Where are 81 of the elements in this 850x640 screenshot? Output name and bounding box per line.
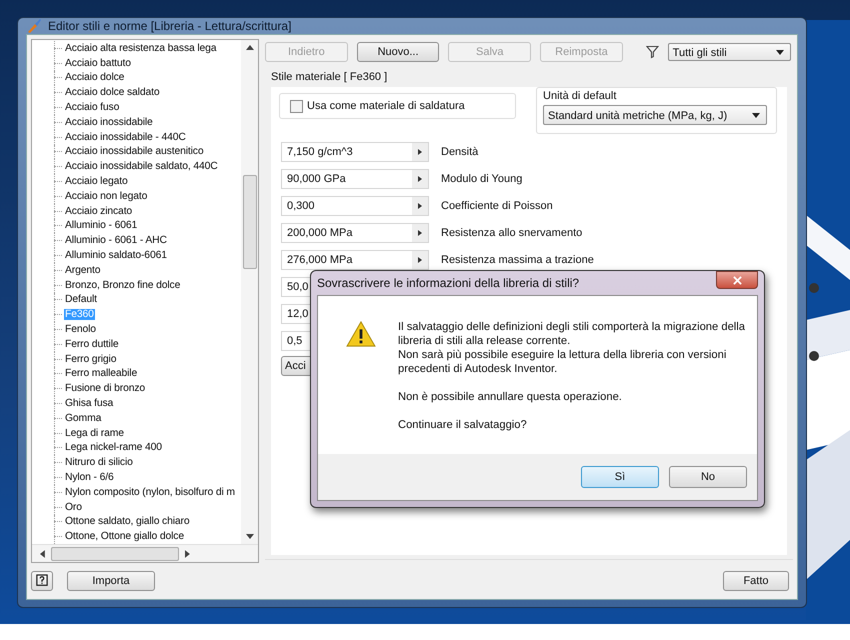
tree-item[interactable]: Acciaio inossidabile bbox=[64, 116, 154, 128]
tree-item[interactable]: Bronzo, Bronzo fine dolce bbox=[64, 280, 182, 291]
tree-item[interactable]: Lega nickel-rame 400 bbox=[64, 442, 163, 454]
tree-item[interactable]: Acciaio battuto bbox=[64, 58, 132, 69]
filter-icon[interactable] bbox=[646, 45, 659, 59]
tree-item[interactable]: Ferro malleabile bbox=[64, 368, 138, 380]
tree-item[interactable]: Lega di rame bbox=[64, 428, 125, 439]
help-icon bbox=[36, 574, 48, 588]
property-label: Modulo di Young bbox=[441, 172, 522, 184]
filter-dropdown[interactable]: Tutti gli stili bbox=[668, 43, 792, 61]
arrow-icon[interactable] bbox=[418, 148, 422, 154]
tree-item[interactable]: Acciaio zincato bbox=[64, 206, 134, 217]
value-field[interactable]: 0,300 bbox=[281, 196, 429, 216]
scroll-up-icon[interactable] bbox=[246, 45, 254, 50]
value-field[interactable]: 276,000 MPa bbox=[281, 250, 429, 270]
horizontal-scrollbar[interactable] bbox=[32, 544, 258, 562]
close-icon bbox=[732, 276, 742, 284]
tree-item[interactable]: Acciaio dolce saldato bbox=[64, 87, 160, 98]
tree-item[interactable]: Acciaio alta resistenza bassa lega bbox=[64, 42, 218, 54]
tree-item[interactable]: Acciaio inossidabile austenitico bbox=[64, 146, 204, 158]
arrow-icon[interactable] bbox=[418, 176, 422, 182]
scroll-thumb[interactable] bbox=[242, 175, 256, 269]
tree-item[interactable]: Acciaio inossidabile saldato, 440C bbox=[64, 161, 219, 172]
dropdown-arrow-icon bbox=[752, 113, 760, 118]
group-title: Stile materiale [ Fe360 ] bbox=[270, 70, 388, 85]
tree-item[interactable]: Acciaio fuso bbox=[64, 102, 120, 114]
tree-item[interactable]: Alluminio - 6061 - AHC bbox=[64, 235, 168, 246]
yes-button[interactable]: Sì bbox=[581, 466, 659, 488]
tree-item[interactable]: Gomma bbox=[64, 412, 102, 424]
tree-item[interactable]: Ghisa fusa bbox=[64, 398, 114, 410]
tree-item[interactable]: Fusione di bronzo bbox=[64, 383, 146, 394]
tree-item[interactable]: Acciaio dolce bbox=[64, 72, 126, 84]
brush-icon bbox=[26, 18, 42, 34]
tree-item[interactable]: Nitruro di silicio bbox=[64, 457, 134, 468]
tree-item[interactable]: Alluminio saldato-6061 bbox=[64, 250, 168, 262]
done-button[interactable]: Fatto bbox=[723, 571, 789, 592]
arrow-icon[interactable] bbox=[418, 202, 422, 208]
arrow-icon[interactable] bbox=[418, 256, 422, 262]
value-field[interactable]: 7,150 g/cm^3 bbox=[281, 142, 429, 162]
tree-item[interactable]: Ferro grigio bbox=[64, 354, 118, 365]
tree-item[interactable]: Argento bbox=[64, 264, 102, 276]
scroll-thumb[interactable] bbox=[50, 546, 180, 561]
tree-item[interactable]: Nylon composito (nylon, bisolfuro di m bbox=[64, 486, 236, 498]
tree-item[interactable]: Oro bbox=[64, 502, 83, 513]
vertical-scrollbar[interactable] bbox=[241, 40, 258, 544]
close-button[interactable] bbox=[716, 271, 758, 289]
tree-item[interactable]: Ottone saldato, giallo chiaro bbox=[64, 516, 190, 528]
tree-item[interactable]: Acciaio legato bbox=[64, 176, 129, 188]
help-button[interactable] bbox=[31, 571, 53, 592]
value-field[interactable]: 200,000 MPa bbox=[281, 222, 429, 242]
units-title: Unità di default bbox=[543, 90, 618, 102]
checkbox-label: Usa come materiale di saldatura bbox=[307, 100, 465, 112]
scroll-right-icon[interactable] bbox=[185, 550, 190, 558]
dialog-message: Continuare il salvataggio? bbox=[398, 418, 528, 432]
property-label: Densità bbox=[441, 146, 478, 158]
window-title: Editor stili e norme [Libreria - Lettura/scrittura] bbox=[48, 19, 292, 33]
tree-item[interactable]: Nylon - 6/6 bbox=[64, 472, 115, 483]
property-label: Resistenza allo snervamento bbox=[441, 226, 582, 238]
value-field[interactable]: 90,000 GPa bbox=[281, 168, 429, 188]
dialog-message: Il salvataggio delle definizioni degli stili comporterà la migrazione della libreria di stili alla release corrente. Non sarà più possibile eseguire la lettura della libreria con versioni precedenti di Autodesk Inventor. bbox=[398, 320, 746, 376]
tree-item[interactable]: Acciaio inossidabile - 440C bbox=[64, 132, 187, 143]
dialog-title: Sovrascrivere le informazioni della libreria di stili? bbox=[317, 276, 580, 290]
checkbox[interactable] bbox=[290, 100, 303, 112]
toolbar-button[interactable]: Nuovo... bbox=[356, 42, 440, 62]
tree-item[interactable]: Default bbox=[64, 294, 98, 306]
tree-item[interactable]: Fenolo bbox=[64, 324, 97, 336]
scroll-left-icon[interactable] bbox=[40, 550, 45, 558]
arrow-icon[interactable] bbox=[418, 230, 422, 236]
tree-item[interactable]: Alluminio - 6061 bbox=[64, 220, 138, 232]
tree-item[interactable]: Acciaio non legato bbox=[64, 190, 148, 202]
units-dropdown[interactable]: Standard unità metriche (MPa, kg, J) bbox=[543, 105, 768, 125]
scroll-down-icon[interactable] bbox=[246, 534, 254, 540]
import-button[interactable]: Importa bbox=[67, 571, 155, 592]
tree-item[interactable]: Ottone, Ottone giallo dolce bbox=[64, 531, 185, 542]
tree-item[interactable]: Ferro duttile bbox=[64, 338, 120, 350]
dialog-message: Non è possibile annullare questa operazione. bbox=[398, 390, 623, 404]
warning-icon bbox=[346, 320, 376, 348]
property-label: Coefficiente di Poisson bbox=[441, 200, 553, 212]
property-label: Resistenza massima a trazione bbox=[441, 254, 594, 266]
no-button[interactable]: No bbox=[669, 466, 747, 488]
dropdown-arrow-icon bbox=[776, 50, 784, 55]
